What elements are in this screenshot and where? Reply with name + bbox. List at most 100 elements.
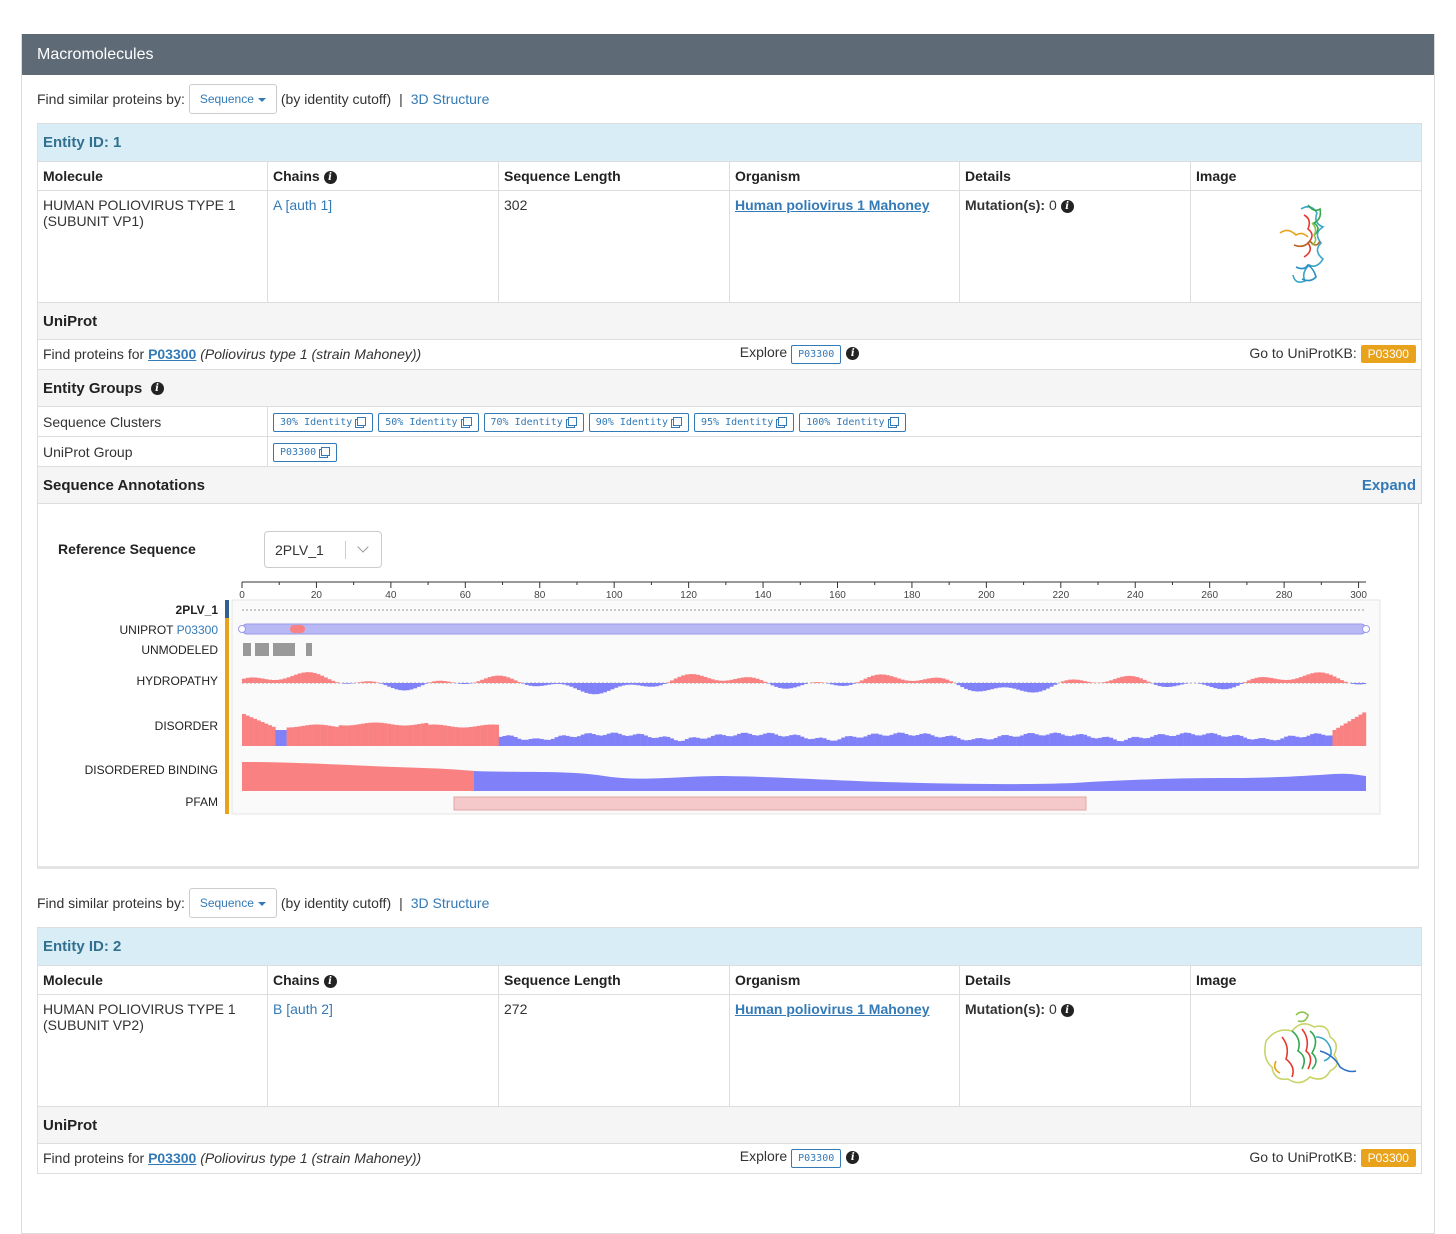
reference-sequence-select[interactable]: 2PLV_1 xyxy=(264,531,382,568)
organism-link[interactable]: Human poliovirus 1 Mahoney xyxy=(735,1001,929,1017)
info-icon[interactable]: i xyxy=(846,347,859,360)
ruler-tick-label: 100 xyxy=(606,590,623,601)
caret-down-icon xyxy=(258,902,266,906)
uniprot-group-value: P03300 xyxy=(280,447,316,458)
ruler-tick-label: 60 xyxy=(460,590,472,601)
entity-title: Entity ID: 2 xyxy=(38,928,1422,966)
explore-accession-button[interactable]: P03300 xyxy=(791,1149,841,1168)
chain-link[interactable]: A [auth 1] xyxy=(273,197,332,213)
info-icon[interactable]: i xyxy=(1061,200,1074,213)
chain-link[interactable]: B [auth 2] xyxy=(273,1001,333,1017)
entity-table: Entity ID: 1 Molecule Chains i Sequence … xyxy=(37,123,1422,504)
protein-structure-image[interactable] xyxy=(1196,1001,1416,1097)
protein-structure-image[interactable] xyxy=(1196,197,1416,293)
ruler-tick-label: 120 xyxy=(680,590,697,601)
col-details: Details xyxy=(960,162,1191,191)
organism-link[interactable]: Human poliovirus 1 Mahoney xyxy=(735,197,929,213)
pfam-domain[interactable] xyxy=(454,797,1086,810)
uniprot-accession-link[interactable]: P03300 xyxy=(148,1150,196,1166)
goto-uniprot-label: Go to UniProtKB: xyxy=(1249,1149,1356,1165)
cluster-50-button[interactable]: 50% Identity xyxy=(378,413,478,432)
entity-groups-title: Entity Groups i xyxy=(38,370,1422,407)
find-similar-label: Find similar proteins by: xyxy=(37,895,185,911)
uniprot-group-button[interactable]: P03300 xyxy=(273,443,337,462)
3d-structure-link[interactable]: 3D Structure xyxy=(411,91,490,107)
col-organism: Organism xyxy=(730,966,960,995)
panel-body: Find similar proteins by: Sequence (by i… xyxy=(22,75,1434,1174)
sequence-dropdown-label: Sequence xyxy=(200,92,254,106)
sequence-dropdown[interactable]: Sequence xyxy=(189,888,277,918)
external-link-icon xyxy=(321,447,330,456)
find-similar-row: Find similar proteins by: Sequence (by i… xyxy=(37,879,1419,927)
ruler-tick-label: 80 xyxy=(534,590,546,601)
explore-accession-button[interactable]: P03300 xyxy=(791,345,841,364)
goto-uniprot-group: Go to UniProtKB: P03300 xyxy=(936,1149,1416,1167)
cluster-95-button[interactable]: 95% Identity xyxy=(694,413,794,432)
info-icon[interactable]: i xyxy=(324,975,337,988)
cluster-100-button[interactable]: 100% Identity xyxy=(799,413,905,432)
details-cell: Mutation(s): 0 i xyxy=(960,191,1191,303)
uniprot-row: Find proteins for P03300 (Poliovirus typ… xyxy=(43,1148,1416,1168)
mutation-label: Mutation(s): xyxy=(965,1001,1045,1017)
track-label-hydropathy: HYDROPATHY xyxy=(136,674,218,688)
separator: | xyxy=(399,895,403,911)
uniprotkb-button[interactable]: P03300 xyxy=(1361,345,1416,363)
track-label-disorder: DISORDER xyxy=(155,719,218,733)
col-chains: Chains i xyxy=(268,966,499,995)
cluster-label: 90% Identity xyxy=(596,417,668,428)
track-label-pfam: PFAM xyxy=(185,795,218,809)
sequence-clusters-label: Sequence Clusters xyxy=(38,407,268,437)
uniprot-bar[interactable] xyxy=(242,624,1366,634)
col-sequence-length: Sequence Length xyxy=(499,966,730,995)
track-uniprot-accession[interactable]: P03300 xyxy=(177,623,218,637)
uniprot-organism-note: (Poliovirus type 1 (strain Mahoney)) xyxy=(200,1150,421,1166)
cluster-label: 95% Identity xyxy=(701,417,773,428)
uniprot-accession-link[interactable]: P03300 xyxy=(148,346,196,362)
track-label-seq: 2PLV_1 xyxy=(176,603,218,617)
ruler-tick-label: 240 xyxy=(1127,590,1144,601)
goto-uniprot-group: Go to UniProtKB: P03300 xyxy=(936,345,1416,363)
sequence-dropdown-label: Sequence xyxy=(200,896,254,910)
identity-cutoff-text: (by identity cutoff) xyxy=(281,895,391,911)
mutation-label: Mutation(s): xyxy=(965,197,1045,213)
feature-viewer[interactable]: 0204060801001201401601802002202402602803… xyxy=(224,576,1384,826)
col-chains-label: Chains xyxy=(273,168,320,184)
expand-link[interactable]: Expand xyxy=(1362,477,1416,494)
external-link-icon xyxy=(357,417,366,426)
track-side-bar xyxy=(225,618,229,814)
track-label-unmodeled: UNMODELED xyxy=(141,643,218,657)
find-proteins-prefix: Find proteins for xyxy=(43,1150,144,1166)
cluster-70-button[interactable]: 70% Identity xyxy=(484,413,584,432)
cluster-label: 70% Identity xyxy=(491,417,563,428)
uniprotkb-button[interactable]: P03300 xyxy=(1361,1149,1416,1167)
cluster-30-button[interactable]: 30% Identity xyxy=(273,413,373,432)
chevron-down-icon xyxy=(357,541,368,552)
ruler-tick-label: 40 xyxy=(385,590,397,601)
cluster-label: 100% Identity xyxy=(806,417,884,428)
cluster-90-button[interactable]: 90% Identity xyxy=(589,413,689,432)
col-image: Image xyxy=(1191,966,1422,995)
select-divider xyxy=(345,541,346,559)
3d-structure-link[interactable]: 3D Structure xyxy=(411,895,490,911)
sequence-dropdown[interactable]: Sequence xyxy=(189,84,277,114)
external-link-icon xyxy=(463,417,472,426)
uniprot-variant-marker[interactable] xyxy=(290,625,305,633)
structure-image-cell xyxy=(1191,995,1422,1107)
col-molecule: Molecule xyxy=(38,966,268,995)
info-icon[interactable]: i xyxy=(324,171,337,184)
info-icon[interactable]: i xyxy=(1061,1004,1074,1017)
uniprot-bar-start xyxy=(239,626,246,633)
entity-table: Entity ID: 2 Molecule Chains i Sequence … xyxy=(37,927,1422,1174)
uniprot-organism-note: (Poliovirus type 1 (strain Mahoney)) xyxy=(200,346,421,362)
track-label-uniprot: UNIPROT P03300 xyxy=(119,623,218,637)
info-icon[interactable]: i xyxy=(151,382,164,395)
ruler-tick-label: 200 xyxy=(978,590,995,601)
track-label-uniprot-text: UNIPROT xyxy=(119,623,173,637)
details-cell: Mutation(s): 0 i xyxy=(960,995,1191,1107)
col-chains: Chains i xyxy=(268,162,499,191)
uniprot-section-title: UniProt xyxy=(38,303,1422,340)
info-icon[interactable]: i xyxy=(846,1151,859,1164)
cluster-label: 50% Identity xyxy=(385,417,457,428)
sequence-ruler: 0204060801001201401601802002202402602803… xyxy=(239,582,1367,601)
goto-uniprot-label: Go to UniProtKB: xyxy=(1249,345,1356,361)
